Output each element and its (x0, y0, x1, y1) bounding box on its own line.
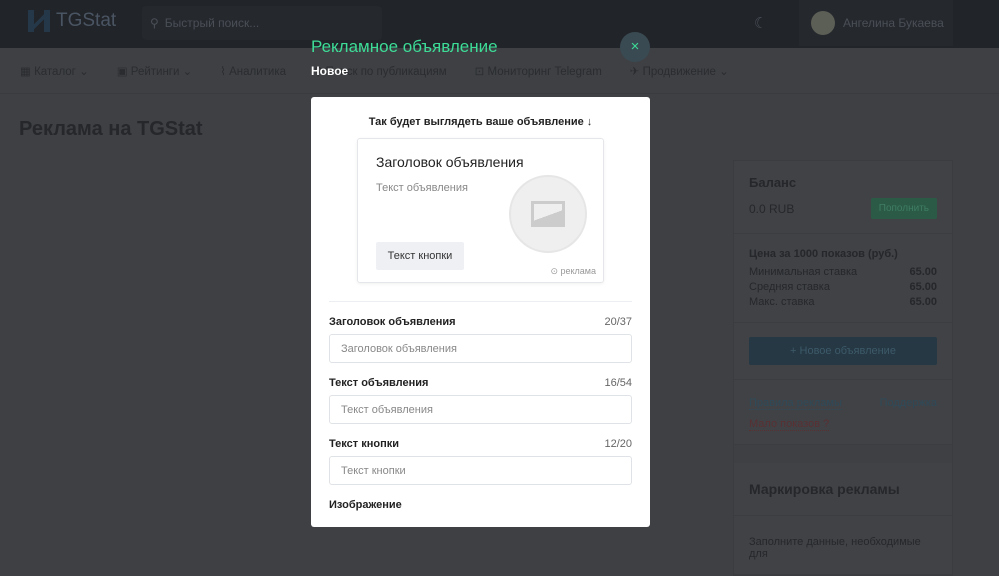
rate-value: 65.00 (909, 296, 937, 308)
search-icon: ⚲ (150, 16, 159, 30)
image-placeholder-icon (509, 175, 587, 253)
rate-value: 65.00 (909, 266, 937, 278)
balance-title: Баланс (749, 175, 797, 190)
preview-label: Так будет выглядеть ваше объявление ↓ (368, 116, 593, 128)
user-menu[interactable]: Ангелина Букаева (799, 0, 953, 46)
ad-title-input[interactable]: Заголовок объявления (329, 334, 632, 363)
field-label: Текст кнопки (329, 438, 399, 450)
topup-button[interactable]: Пополнить (870, 198, 937, 219)
brand-name: TGStat (56, 10, 117, 31)
top-header: TGStat ⚲ Быстрый поиск... ☾ Ангелина Бука… (0, 0, 999, 48)
char-count: 12/20 (604, 438, 632, 450)
ad-label: ⊙ реклама (550, 266, 596, 276)
nav-monitoring[interactable]: ⊡ Мониторинг Telegram (475, 64, 602, 78)
support-link[interactable]: Поддержка (880, 397, 937, 410)
new-ad-button[interactable]: + Новое объявление (749, 337, 937, 365)
logo[interactable]: TGStat (28, 10, 116, 32)
ad-modal: Так будет выглядеть ваше объявление ↓ За… (311, 97, 650, 527)
logo-icon (28, 10, 50, 32)
field-label: Заголовок объявления (329, 316, 456, 328)
button-text-input[interactable]: Текст кнопки (329, 456, 632, 485)
nav-ratings[interactable]: ▣ Рейтинги ⌄ (117, 64, 193, 78)
close-icon[interactable]: × (620, 32, 650, 62)
rules-link[interactable]: Правила рекламы (749, 397, 842, 410)
dark-mode-icon[interactable]: ☾ (754, 14, 767, 32)
rate-label: Макс. ставка (749, 296, 815, 308)
search-input[interactable]: ⚲ Быстрый поиск... (142, 6, 382, 40)
divider (329, 301, 632, 302)
price-title: Цена за 1000 показов (руб.) (749, 248, 898, 260)
preview-button: Текст кнопки (376, 242, 464, 270)
ad-preview: Заголовок объявления Текст объявления Те… (357, 138, 604, 283)
rate-value: 65.00 (909, 281, 937, 293)
rate-label: Средняя ставка (749, 281, 830, 293)
char-count: 20/37 (604, 316, 632, 328)
preview-title: Заголовок объявления (376, 154, 524, 170)
avatar (811, 11, 835, 35)
user-name: Ангелина Букаева (843, 16, 944, 30)
page-title: Реклама на TGStat (19, 118, 203, 140)
search-placeholder: Быстрый поиск... (164, 16, 260, 30)
nav-promotion[interactable]: ✈ Продвижение ⌄ (630, 64, 729, 78)
nav-analytics[interactable]: ⌇ Аналитика (220, 64, 286, 78)
few-views-link[interactable]: Мало показов ? (749, 418, 830, 431)
field-label: Текст объявления (329, 377, 429, 389)
marking-title: Маркировка рекламы (734, 463, 952, 516)
image-label: Изображение (329, 499, 402, 511)
modal-title: Рекламное объявление (311, 37, 498, 56)
char-count: 16/54 (604, 377, 632, 389)
ad-text-input[interactable]: Текст объявления (329, 395, 632, 424)
balance-value: 0.0 RUB (749, 201, 795, 216)
preview-text: Текст объявления (376, 182, 468, 194)
main-nav: ▦ Каталог ⌄ ▣ Рейтинги ⌄ ⌇ Аналитика ⚲ П… (0, 48, 999, 94)
nav-catalog[interactable]: ▦ Каталог ⌄ (20, 64, 89, 78)
rate-label: Минимальная ставка (749, 266, 858, 278)
sidebar-card: Баланс 0.0 RUB Пополнить Цена за 1000 пок… (733, 160, 953, 576)
modal-subtitle: Новое (311, 64, 349, 78)
marking-text: Заполните данные, необходимые для (734, 516, 952, 575)
